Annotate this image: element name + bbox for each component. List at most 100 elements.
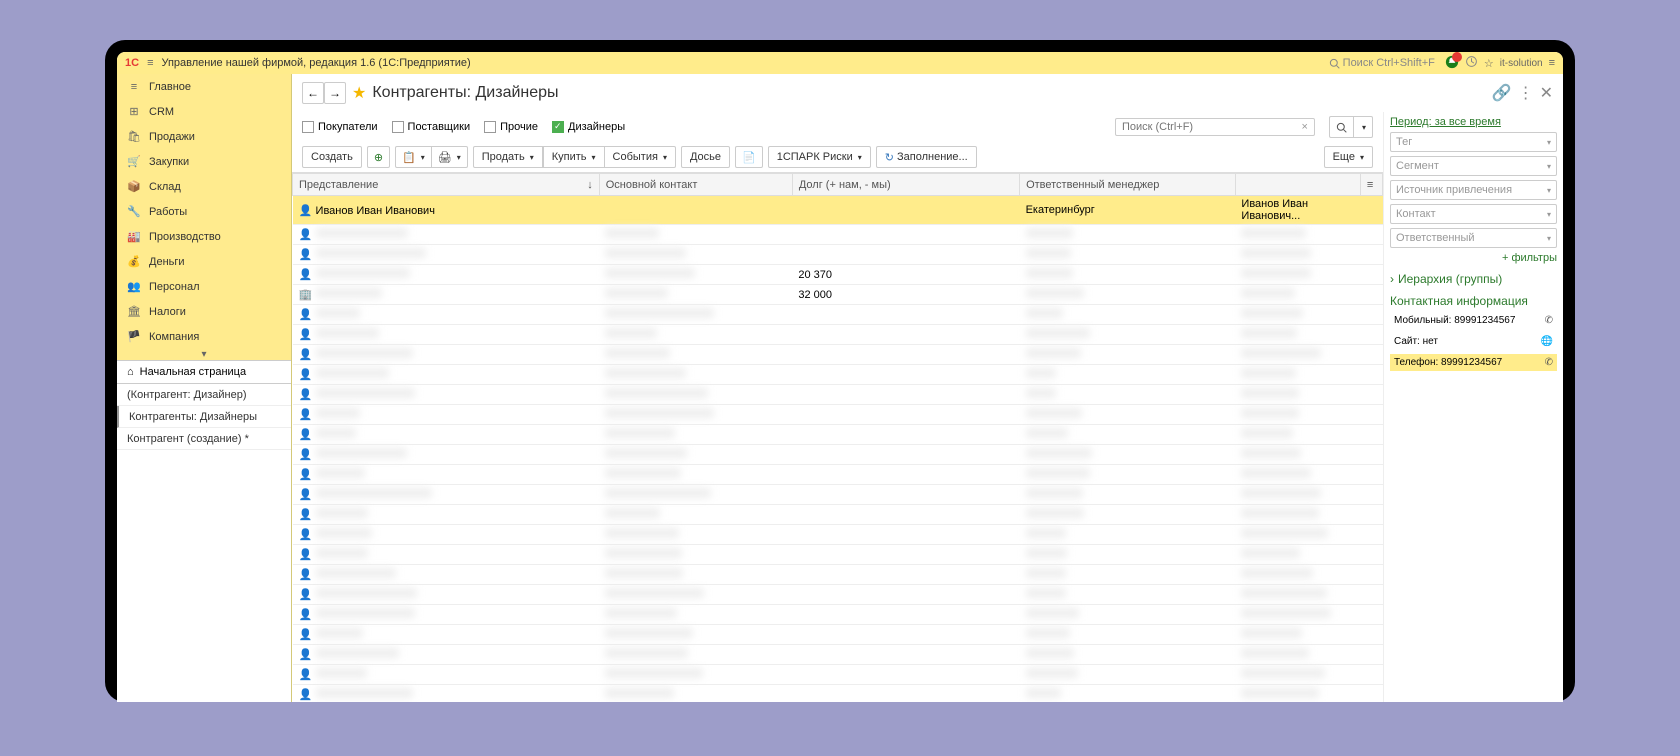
- table-row[interactable]: 👤: [293, 645, 1383, 665]
- favorites-icon[interactable]: ☆: [1484, 57, 1494, 70]
- table-row[interactable]: 👤: [293, 225, 1383, 245]
- table-row[interactable]: 👤: [293, 585, 1383, 605]
- filter-designers[interactable]: Дизайнеры: [552, 121, 625, 133]
- buy-button[interactable]: Купить▾: [543, 146, 605, 168]
- period-link[interactable]: Период: за все время: [1390, 116, 1557, 128]
- nav-icon: 🛒: [127, 155, 141, 168]
- sell-button[interactable]: Продать▾: [473, 146, 543, 168]
- table-row[interactable]: 👤: [293, 505, 1383, 525]
- sidebar-item[interactable]: 💰Деньги: [117, 249, 291, 274]
- fill-button[interactable]: ↻ Заполнение...: [876, 146, 977, 168]
- col-debt[interactable]: Долг (+ нам, - мы): [792, 174, 1019, 196]
- table-row[interactable]: 👤 20 370: [293, 265, 1383, 285]
- filter-other[interactable]: Прочие: [484, 121, 538, 133]
- dossier-button[interactable]: Досье: [681, 146, 730, 168]
- table-row[interactable]: 👤: [293, 685, 1383, 703]
- home-icon: ⌂: [127, 366, 134, 378]
- sidebar-item[interactable]: 🛒Закупки: [117, 149, 291, 174]
- title-bar: 1С ≡ Управление нашей фирмой, редакция 1…: [117, 52, 1563, 74]
- nav-forward-button[interactable]: →: [324, 82, 346, 104]
- settings-icon[interactable]: ≡: [1549, 57, 1555, 69]
- table-row[interactable]: 🏢 32 000: [293, 285, 1383, 305]
- col-name: Представление ↓: [293, 174, 600, 196]
- col-extra[interactable]: [1235, 174, 1360, 196]
- table-row[interactable]: 👤: [293, 565, 1383, 585]
- filter-responsible[interactable]: Ответственный▾: [1390, 228, 1557, 248]
- sidebar-item[interactable]: 🛍Продажи: [117, 124, 291, 149]
- home-page-link[interactable]: ⌂ Начальная страница: [117, 361, 291, 384]
- table-search[interactable]: ×: [1115, 118, 1315, 136]
- sidebar-item[interactable]: ⊞CRM: [117, 99, 291, 124]
- copy-button[interactable]: 📋▾: [395, 146, 432, 168]
- table-row[interactable]: 👤: [293, 405, 1383, 425]
- nav-back-button[interactable]: ←: [302, 82, 324, 104]
- table-row[interactable]: 👤: [293, 665, 1383, 685]
- phone-icon[interactable]: ✆: [1545, 357, 1553, 368]
- phone-icon[interactable]: ✆: [1545, 315, 1553, 326]
- create-folder-button[interactable]: ⊕: [367, 146, 390, 168]
- menu-icon[interactable]: ≡: [147, 57, 153, 69]
- col-contact[interactable]: Основной контакт: [599, 174, 792, 196]
- open-page-item[interactable]: Контрагенты: Дизайнеры: [117, 406, 291, 428]
- history-icon[interactable]: [1465, 55, 1478, 71]
- sidebar-item[interactable]: 🏛Налоги: [117, 299, 291, 324]
- clear-search-icon[interactable]: ×: [1302, 121, 1308, 133]
- notifications-icon[interactable]: [1445, 55, 1459, 72]
- sidebar-item[interactable]: ≡Главное: [117, 74, 291, 99]
- link-icon[interactable]: 🔗: [1492, 83, 1512, 103]
- table-row[interactable]: 👤: [293, 305, 1383, 325]
- close-icon[interactable]: ✕: [1540, 83, 1553, 103]
- table-row[interactable]: 👤: [293, 245, 1383, 265]
- table-row[interactable]: 👤: [293, 465, 1383, 485]
- hierarchy-header[interactable]: ›Иерархия (группы): [1390, 272, 1557, 286]
- nav-icon: 👥: [127, 280, 141, 293]
- table-row[interactable]: 👤: [293, 345, 1383, 365]
- table-row[interactable]: 👤: [293, 625, 1383, 645]
- filter-source[interactable]: Источник привлечения▾: [1390, 180, 1557, 200]
- table-row[interactable]: 👤: [293, 545, 1383, 565]
- table-row[interactable]: 👤: [293, 385, 1383, 405]
- table-row[interactable]: 👤: [293, 425, 1383, 445]
- sidebar-item[interactable]: 🔧Работы: [117, 199, 291, 224]
- contact-mobile[interactable]: Мобильный: 89991234567 ✆: [1390, 312, 1557, 329]
- sidebar-item[interactable]: 🏴Компания: [117, 324, 291, 349]
- col-manager[interactable]: Ответственный менеджер: [1020, 174, 1236, 196]
- table-row[interactable]: 👤: [293, 485, 1383, 505]
- table-row[interactable]: 👤: [293, 325, 1383, 345]
- table-row[interactable]: 👤: [293, 525, 1383, 545]
- more-filters-link[interactable]: + фильтры: [1390, 252, 1557, 264]
- filter-suppliers[interactable]: Поставщики: [392, 121, 471, 133]
- table-row[interactable]: 👤: [293, 605, 1383, 625]
- sidebar-item[interactable]: 👥Персонал: [117, 274, 291, 299]
- favorite-star-icon[interactable]: ★: [352, 83, 366, 103]
- nav-icon: ⊞: [127, 105, 141, 118]
- open-page-item[interactable]: Контрагент (создание) *: [117, 428, 291, 450]
- events-button[interactable]: События▾: [605, 146, 676, 168]
- contact-site[interactable]: Сайт: нет 🌐: [1390, 333, 1557, 350]
- table-row[interactable]: 👤: [293, 445, 1383, 465]
- more-menu-icon[interactable]: ⋮: [1518, 83, 1534, 103]
- more-button[interactable]: Еще▾: [1324, 146, 1373, 168]
- filter-contact[interactable]: Контакт▾: [1390, 204, 1557, 224]
- filter-buyers[interactable]: Покупатели: [302, 121, 378, 133]
- col-list-icon[interactable]: ≡: [1360, 174, 1382, 196]
- contact-phone[interactable]: Телефон: 89991234567 ✆: [1390, 354, 1557, 371]
- global-search[interactable]: Поиск Ctrl+Shift+F: [1329, 57, 1435, 69]
- create-button[interactable]: Создать: [302, 146, 362, 168]
- spark-button[interactable]: 1СПАРК Риски▾: [768, 146, 871, 168]
- nav-icon: 🔧: [127, 205, 141, 218]
- filter-segment[interactable]: Сегмент▾: [1390, 156, 1557, 176]
- globe-icon[interactable]: 🌐: [1541, 336, 1553, 347]
- print-button[interactable]: 🖨▾: [432, 146, 468, 168]
- sidebar-item[interactable]: 📦Склад: [117, 174, 291, 199]
- search-dropdown[interactable]: ▾: [1354, 116, 1373, 138]
- search-button[interactable]: [1329, 116, 1354, 138]
- filter-tag[interactable]: Тег▾: [1390, 132, 1557, 152]
- open-page-item[interactable]: (Контрагент: Дизайнер): [117, 384, 291, 406]
- sidebar-item[interactable]: 🏭Производство: [117, 224, 291, 249]
- nav-icon: 🏴: [127, 330, 141, 343]
- nav-icon: 🛍: [127, 130, 141, 143]
- doc-button[interactable]: 📄: [735, 146, 763, 168]
- table-row[interactable]: 👤: [293, 365, 1383, 385]
- table-row[interactable]: 👤 Иванов Иван ИвановичЕкатеринбургИванов…: [293, 196, 1383, 225]
